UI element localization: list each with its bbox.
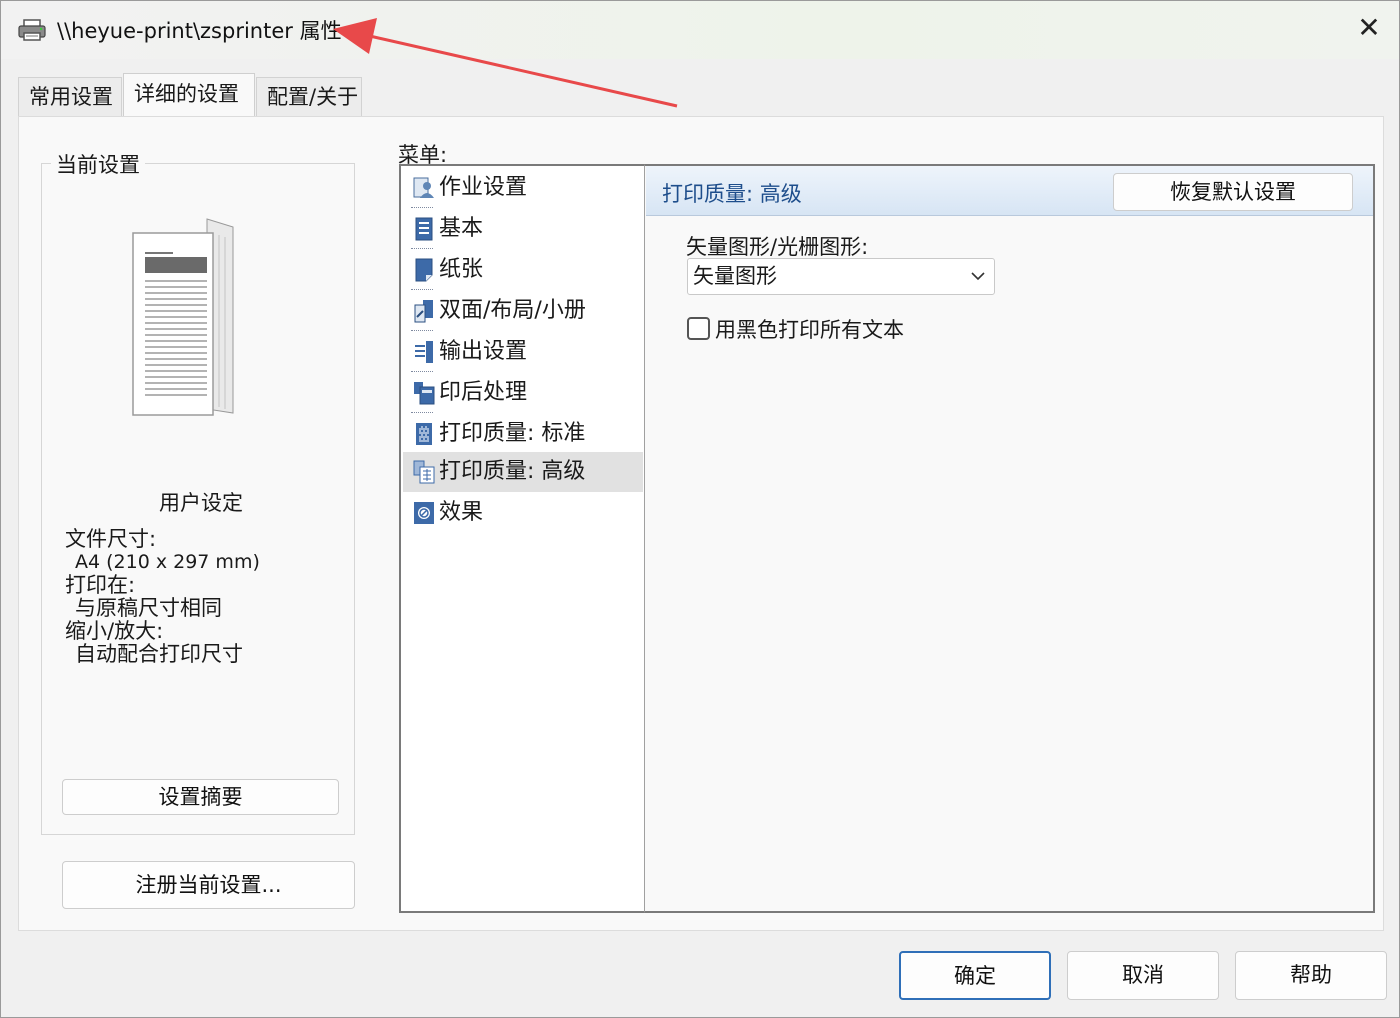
annotation-arrow-icon <box>333 18 678 108</box>
doc-size-value: A4 (210 x 297 mm) <box>75 551 260 573</box>
paper-icon <box>415 258 433 282</box>
printer-properties-window: \\heyue-print\zsprinter 属性 ✕ 常用设置 详细的设置 … <box>0 0 1400 1018</box>
menu-separator <box>411 371 433 372</box>
menu-item-label: 纸张 <box>439 257 484 282</box>
settings-summary-button[interactable]: 设置摘要 <box>62 779 339 815</box>
menu-item-label: 效果 <box>439 500 484 525</box>
title-bar[interactable]: \\heyue-print\zsprinter 属性 ✕ <box>1 1 1399 59</box>
black-text-label: 用黑色打印所有文本 <box>715 318 904 342</box>
printer-icon <box>18 19 46 41</box>
doc-size-label: 文件尺寸: <box>65 527 157 551</box>
menu-separator <box>411 207 433 208</box>
effects-icon <box>414 502 434 524</box>
graphics-mode-select[interactable]: 矢量图形 <box>687 258 995 295</box>
menu-item-finishing[interactable]: 印后处理 <box>403 373 643 413</box>
menu-item-label: 输出设置 <box>439 339 528 364</box>
menu-separator <box>411 412 433 413</box>
restore-defaults-button[interactable]: 恢复默认设置 <box>1113 173 1353 211</box>
detail-header: 打印质量: 高级 恢复默认设置 <box>646 166 1373 216</box>
document-preview-icon <box>132 218 234 416</box>
menu-item-label: 双面/布局/小册 <box>439 298 586 323</box>
basic-icon <box>415 217 433 241</box>
menu-item-label: 打印质量: 高级 <box>439 459 586 484</box>
menu-item-label: 印后处理 <box>439 380 528 405</box>
graphics-mode-label: 矢量图形/光栅图形: <box>686 235 869 259</box>
menu-item-effects[interactable]: 效果 <box>403 493 643 533</box>
menu-item-basic[interactable]: 基本 <box>403 209 643 249</box>
menu-item-job-settings[interactable]: 作业设置 <box>403 168 643 208</box>
detail-title: 打印质量: 高级 <box>662 182 802 206</box>
menu-item-paper[interactable]: 纸张 <box>403 250 643 290</box>
menu-list: 作业设置 基本 纸张 双面/布局/小册 输出设置 印后处理 打印质量: 标准 打… <box>399 164 645 913</box>
menu-item-label: 打印质量: 标准 <box>439 421 586 446</box>
black-text-checkbox[interactable] <box>687 317 710 340</box>
scale-value: 自动配合打印尺寸 <box>75 642 243 666</box>
job-settings-icon <box>413 177 434 198</box>
ok-button[interactable]: 确定 <box>899 951 1051 1000</box>
quality-advanced-icon <box>413 460 435 484</box>
tab-config-about[interactable]: 配置/关于 <box>256 77 362 117</box>
menu-separator <box>411 289 433 290</box>
menu-item-quality-advanced[interactable]: 打印质量: 高级 <box>403 452 643 492</box>
menu-separator <box>411 330 433 331</box>
close-icon[interactable]: ✕ <box>1353 13 1385 45</box>
graphics-mode-value: 矢量图形 <box>693 264 777 288</box>
window-title: \\heyue-print\zsprinter 属性 <box>57 19 342 43</box>
menu-item-label: 作业设置 <box>439 175 528 200</box>
settings-info: 文件尺寸: A4 (210 x 297 mm) 打印在: 与原稿尺寸相同 缩小/… <box>65 528 260 666</box>
menu-item-output[interactable]: 输出设置 <box>403 332 643 372</box>
cancel-button[interactable]: 取消 <box>1067 951 1219 1000</box>
tab-detailed[interactable]: 详细的设置 <box>123 73 255 117</box>
tab-general[interactable]: 常用设置 <box>18 77 122 117</box>
menu-item-label: 基本 <box>439 216 484 241</box>
print-on-value: 与原稿尺寸相同 <box>75 596 222 620</box>
finishing-icon <box>414 382 435 405</box>
menu-item-duplex-layout[interactable]: 双面/布局/小册 <box>403 291 643 331</box>
register-settings-button[interactable]: 注册当前设置... <box>62 861 355 909</box>
menu-item-quality-standard[interactable]: 打印质量: 标准 <box>403 414 643 454</box>
current-settings-legend: 当前设置 <box>51 149 145 179</box>
duplex-layout-icon <box>414 300 433 323</box>
quality-standard-icon <box>416 423 432 445</box>
user-setting-label: 用户设定 <box>159 491 243 515</box>
output-icon <box>415 341 433 363</box>
scale-label: 缩小/放大: <box>65 619 164 643</box>
help-button[interactable]: 帮助 <box>1235 951 1387 1000</box>
chevron-down-icon <box>971 272 985 281</box>
print-on-label: 打印在: <box>65 573 136 597</box>
menu-separator <box>411 248 433 249</box>
